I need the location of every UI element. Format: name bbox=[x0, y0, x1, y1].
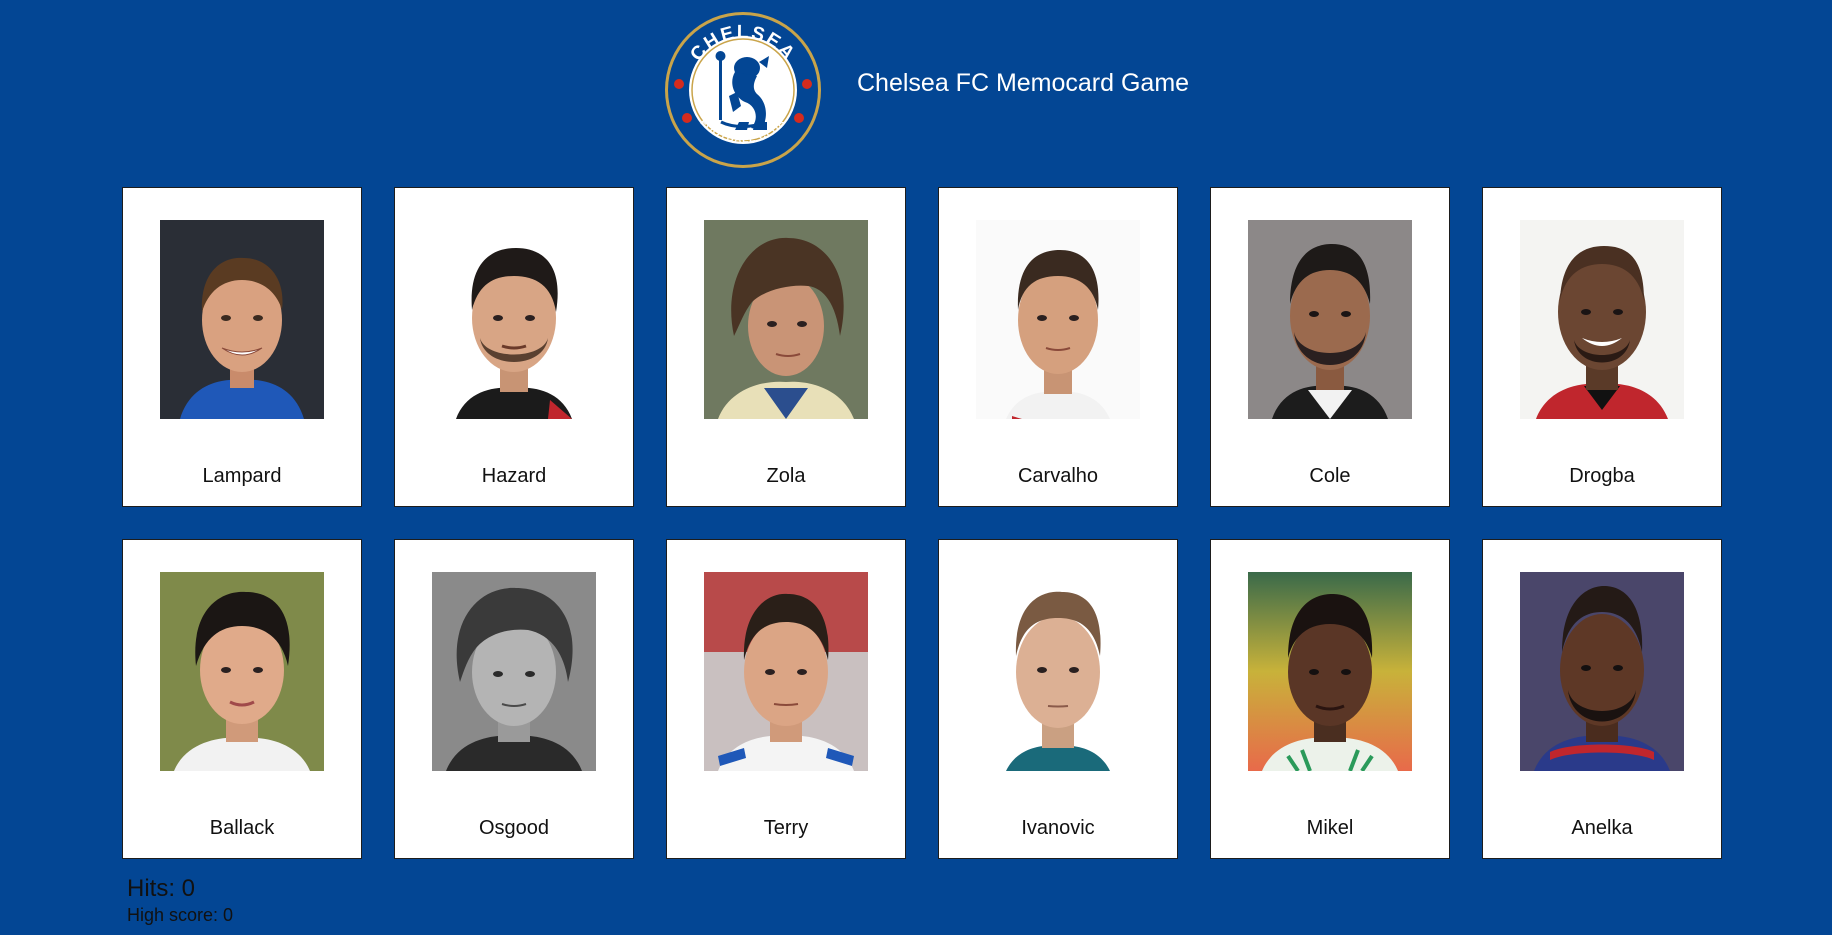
player-photo-ivanovic-icon bbox=[976, 572, 1140, 771]
player-photo-ballack-icon bbox=[160, 572, 324, 771]
player-photo-osgood-icon bbox=[432, 572, 596, 771]
memo-card-mikel[interactable]: Mikel bbox=[1210, 539, 1450, 859]
player-photo-mikel-icon bbox=[1248, 572, 1412, 771]
card-name: Ballack bbox=[209, 817, 275, 839]
memo-card-zola[interactable]: Zola bbox=[666, 187, 906, 507]
memo-card-cole[interactable]: Cole bbox=[1210, 187, 1450, 507]
card-name: Osgood bbox=[478, 817, 550, 839]
player-photo-cole-icon bbox=[1248, 220, 1412, 419]
player-photo-zola-icon bbox=[704, 220, 868, 419]
card-name: Terry bbox=[763, 817, 809, 839]
card-name: Drogba bbox=[1569, 465, 1635, 487]
hits-counter: Hits: 0 bbox=[127, 875, 196, 902]
memo-card-hazard[interactable]: Hazard bbox=[394, 187, 634, 507]
high-score: High score: 0 bbox=[127, 905, 234, 925]
memo-card-lampard[interactable]: Lampard bbox=[122, 187, 362, 507]
card-name: Mikel bbox=[1306, 817, 1354, 839]
player-photo-drogba-icon bbox=[1520, 220, 1684, 419]
card-name: Anelka bbox=[1571, 817, 1633, 839]
memo-card-drogba[interactable]: Drogba bbox=[1482, 187, 1722, 507]
player-photo-terry-icon bbox=[704, 572, 868, 771]
card-grid: Lampard Hazard Zola Carvalho Cole Drogba… bbox=[122, 187, 1722, 859]
player-photo-anelka-icon bbox=[1520, 572, 1684, 771]
memo-card-ballack[interactable]: Ballack bbox=[122, 539, 362, 859]
card-name: Carvalho bbox=[1017, 465, 1099, 487]
memo-card-osgood[interactable]: Osgood bbox=[394, 539, 634, 859]
player-photo-hazard-icon bbox=[432, 220, 596, 419]
card-name: Hazard bbox=[481, 465, 547, 487]
card-name: Lampard bbox=[202, 465, 282, 487]
card-name: Cole bbox=[1309, 465, 1351, 487]
memo-card-terry[interactable]: Terry bbox=[666, 539, 906, 859]
memo-card-carvalho[interactable]: Carvalho bbox=[938, 187, 1178, 507]
memo-card-anelka[interactable]: Anelka bbox=[1482, 539, 1722, 859]
player-photo-lampard-icon bbox=[160, 220, 324, 419]
card-name: Zola bbox=[766, 465, 806, 487]
page-title: Chelsea FC Memocard Game bbox=[857, 68, 1190, 97]
player-photo-carvalho-icon bbox=[976, 220, 1140, 419]
chelsea-crest-logo: CHELSEA FOOTBALL CLUB bbox=[665, 12, 821, 168]
header: CHELSEA FOOTBALL CLUB Chelsea FC Memocar… bbox=[663, 10, 1189, 170]
card-name: Ivanovic bbox=[1021, 817, 1095, 839]
memo-card-ivanovic[interactable]: Ivanovic bbox=[938, 539, 1178, 859]
